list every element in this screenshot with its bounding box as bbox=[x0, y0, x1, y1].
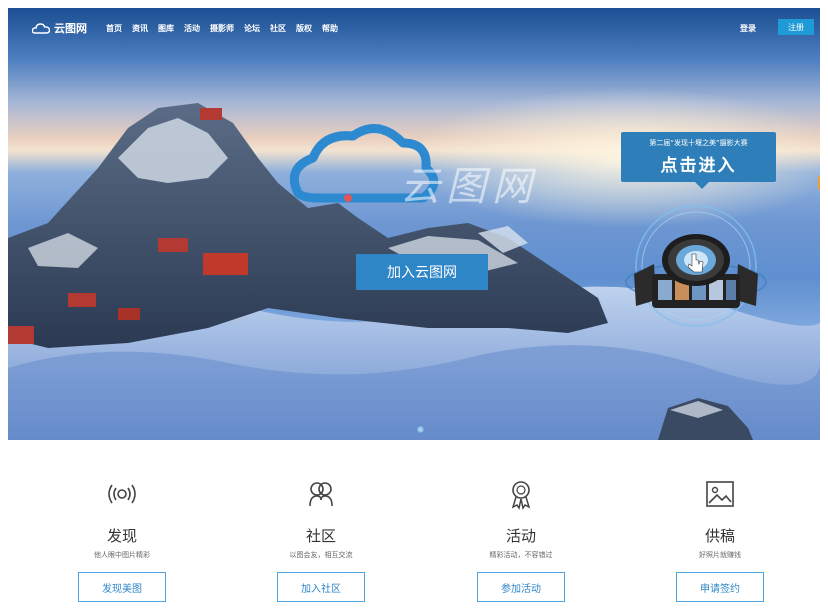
discover-photos-button[interactable]: 发现美图 bbox=[78, 572, 166, 602]
nav-item-community[interactable]: 社区 bbox=[270, 23, 286, 34]
site-logo-text: 云图网 bbox=[54, 22, 87, 35]
feature-discover: 发现 他人眼中图片精彩 发现美图 bbox=[22, 448, 222, 616]
top-navigation: 云图网 首页 资讯 图库 活动 摄影师 论坛 社区 版权 帮助 登录 注册 bbox=[8, 8, 820, 52]
contest-enter-label: 点击进入 bbox=[660, 156, 737, 176]
nav-item-forum[interactable]: 论坛 bbox=[244, 23, 260, 34]
carousel-dot[interactable] bbox=[417, 426, 424, 433]
nav-item-copyright[interactable]: 版权 bbox=[296, 23, 312, 34]
contest-subtitle: 第二届“发现十堰之美”摄影大赛 bbox=[649, 139, 748, 147]
nav-item-events[interactable]: 活动 bbox=[184, 23, 200, 34]
apply-contract-button[interactable]: 申请签约 bbox=[676, 572, 764, 602]
nav-item-help[interactable]: 帮助 bbox=[322, 23, 338, 34]
join-events-button[interactable]: 参加活动 bbox=[477, 572, 565, 602]
feature-description: 他人眼中图片精彩 bbox=[94, 551, 150, 559]
side-tab-marker[interactable] bbox=[818, 176, 820, 190]
community-icon bbox=[309, 482, 333, 507]
main-nav: 首页 资讯 图库 活动 摄影师 论坛 社区 版权 帮助 bbox=[106, 23, 338, 34]
login-link[interactable]: 登录 bbox=[740, 23, 756, 34]
hero-banner: 云图网 首页 资讯 图库 活动 摄影师 论坛 社区 版权 帮助 登录 注册 云图… bbox=[8, 8, 820, 440]
feature-title: 社区 bbox=[305, 527, 336, 545]
hero-watermark-text: 云图网 bbox=[400, 164, 538, 210]
nav-item-gallery[interactable]: 图库 bbox=[158, 23, 174, 34]
register-button[interactable]: 注册 bbox=[778, 19, 814, 35]
feature-contribute: 供稿 好照片就赚钱 申请签约 bbox=[620, 448, 820, 616]
contest-promo-banner[interactable]: 第二届“发现十堰之美”摄影大赛 点击进入 bbox=[621, 132, 776, 189]
feature-title: 发现 bbox=[106, 527, 137, 545]
join-site-button[interactable]: 加入云图网 bbox=[356, 254, 488, 290]
nav-item-news[interactable]: 资讯 bbox=[132, 23, 148, 34]
feature-description: 精彩活动，不容错过 bbox=[489, 551, 553, 559]
film-reel-icon bbox=[625, 205, 767, 327]
feature-description: 好照片就赚钱 bbox=[699, 551, 741, 559]
feature-description: 以图会友，相互交流 bbox=[289, 551, 353, 559]
picture-icon bbox=[706, 481, 734, 507]
broadcast-icon bbox=[108, 484, 136, 504]
promo-pointer bbox=[695, 182, 709, 189]
feature-title: 供稿 bbox=[704, 527, 735, 545]
film-reel-entry[interactable] bbox=[616, 204, 776, 334]
nav-item-home[interactable]: 首页 bbox=[106, 23, 122, 34]
cloud-logo-icon bbox=[32, 23, 50, 34]
join-community-button[interactable]: 加入社区 bbox=[277, 572, 365, 602]
features-section: 发现 他人眼中图片精彩 发现美图 社区 以图会友，相互交流 加入社区 活动 精彩… bbox=[0, 448, 828, 616]
feature-community: 社区 以图会友，相互交流 加入社区 bbox=[221, 448, 421, 616]
site-logo[interactable]: 云图网 bbox=[32, 20, 87, 36]
award-icon bbox=[511, 481, 531, 510]
feature-title: 活动 bbox=[505, 527, 536, 545]
nav-item-photographers[interactable]: 摄影师 bbox=[210, 23, 234, 34]
feature-events: 活动 精彩活动，不容错过 参加活动 bbox=[421, 448, 621, 616]
